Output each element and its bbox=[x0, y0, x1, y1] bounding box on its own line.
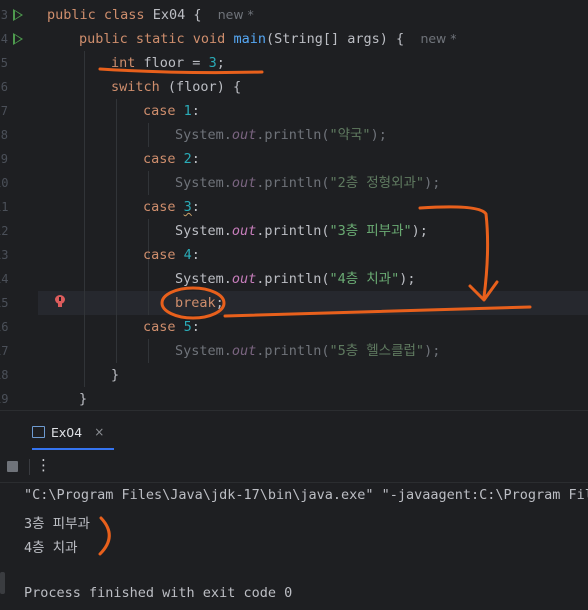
line-number: 10 bbox=[0, 176, 9, 190]
close-icon[interactable]: × bbox=[94, 425, 104, 439]
error-bulb-icon[interactable] bbox=[54, 295, 66, 308]
stop-icon[interactable] bbox=[7, 461, 18, 472]
console-scrollbar[interactable] bbox=[0, 572, 5, 594]
console-output-line: 4층 치과 bbox=[24, 540, 78, 556]
code-line-case-2: case 2: bbox=[143, 151, 200, 167]
active-tab-indicator bbox=[32, 448, 114, 450]
indent-guide bbox=[148, 171, 149, 195]
line-number: 15 bbox=[0, 296, 9, 310]
line-number: 13 bbox=[0, 248, 9, 262]
indent-guide bbox=[116, 99, 117, 363]
indent-guide bbox=[148, 219, 149, 315]
run-config-icon bbox=[32, 426, 45, 438]
line-number: 14 bbox=[0, 272, 9, 286]
console-output[interactable]: "C:\Program Files\Java\jdk-17\bin\java.e… bbox=[0, 483, 588, 610]
run-toolbar: ⋮ bbox=[0, 452, 588, 483]
line-number: 3 bbox=[0, 8, 8, 22]
code-line-case-3: case 3: bbox=[143, 199, 200, 215]
code-line-print-1: System.out.println("약국"); bbox=[175, 127, 387, 143]
code-line-print-2: System.out.println("2층 정형외과"); bbox=[175, 175, 441, 191]
code-line-main-close: } bbox=[79, 391, 88, 407]
line-number: 9 bbox=[0, 152, 8, 166]
line-number: 6 bbox=[0, 80, 8, 94]
code-line-print-5: System.out.println("5층 헬스클럽"); bbox=[175, 343, 441, 359]
usage-hint: new * bbox=[217, 7, 254, 22]
tab-ex04[interactable]: Ex04 × bbox=[32, 419, 104, 445]
console-command-line: "C:\Program Files\Java\jdk-17\bin\java.e… bbox=[24, 487, 588, 503]
code-line-switch-close: } bbox=[111, 367, 120, 383]
code-line-print-4: System.out.println("4층 치과"); bbox=[175, 271, 416, 287]
line-number: 11 bbox=[0, 200, 9, 214]
line-number: 16 bbox=[0, 320, 9, 334]
tab-label: Ex04 bbox=[51, 424, 83, 440]
code-line-class: public class Ex04 { new * bbox=[47, 7, 254, 23]
run-main-icon[interactable] bbox=[13, 33, 23, 45]
current-line-highlight bbox=[38, 291, 588, 315]
code-line-switch: switch (floor) { bbox=[111, 79, 242, 95]
line-number: 12 bbox=[0, 224, 9, 238]
indent-guide bbox=[148, 123, 149, 147]
code-line-break: break; bbox=[175, 295, 224, 311]
line-number: 4 bbox=[0, 32, 8, 46]
toolbar-divider bbox=[29, 459, 30, 475]
more-options-icon[interactable]: ⋮ bbox=[36, 456, 51, 474]
console-output-line: 3층 피부과 bbox=[24, 516, 90, 532]
line-number: 18 bbox=[0, 368, 9, 382]
line-number: 19 bbox=[0, 392, 9, 406]
indent-guide bbox=[148, 339, 149, 363]
line-number: 17 bbox=[0, 344, 9, 358]
line-number: 8 bbox=[0, 128, 8, 142]
run-tool-window-header: n Ex04 × bbox=[0, 410, 588, 453]
indent-guide bbox=[84, 51, 85, 387]
usage-hint: new * bbox=[420, 31, 457, 46]
code-line-print-3: System.out.println("3층 피부과"); bbox=[175, 223, 428, 239]
code-line-case-1: case 1: bbox=[143, 103, 200, 119]
code-line-main: public static void main(String[] args) {… bbox=[79, 31, 457, 47]
gutter: 3 4 5 6 7 8 9 10 11 12 13 14 15 16 17 18… bbox=[0, 0, 38, 410]
code-editor[interactable]: 3 4 5 6 7 8 9 10 11 12 13 14 15 16 17 18… bbox=[0, 0, 588, 410]
line-number: 5 bbox=[0, 56, 8, 70]
code-line-case-5: case 5: bbox=[143, 319, 200, 335]
line-number: 7 bbox=[0, 104, 8, 118]
code-line-int-floor: int floor = 3; bbox=[111, 55, 225, 71]
code-line-case-4: case 4: bbox=[143, 247, 200, 263]
console-exit-message: Process finished with exit code 0 bbox=[24, 585, 293, 601]
run-class-icon[interactable] bbox=[13, 9, 23, 21]
